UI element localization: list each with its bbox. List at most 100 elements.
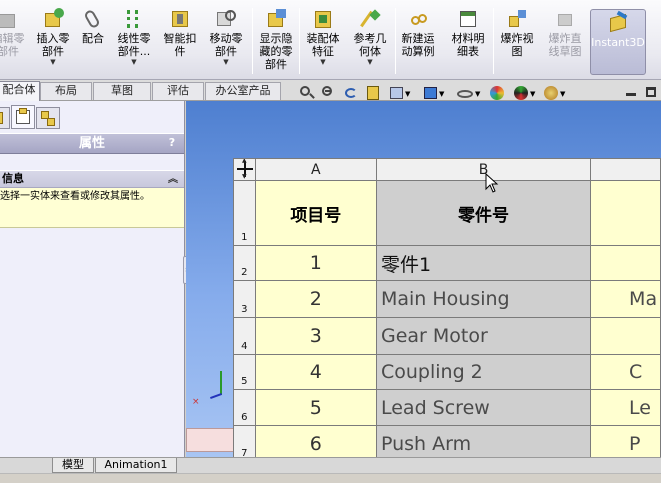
tab-animation1[interactable]: Animation1 <box>95 458 177 473</box>
show-hidden-components-icon <box>265 8 287 30</box>
configuration-manager-tab-icon[interactable] <box>36 107 60 129</box>
description-cell[interactable]: C <box>590 354 661 390</box>
tab-layout[interactable]: 布局 <box>40 82 92 100</box>
insert-component-icon <box>42 8 64 30</box>
row-header[interactable]: 4 <box>233 317 256 355</box>
exploded-view-button[interactable]: 爆炸视 图 <box>494 6 540 76</box>
collapse-chevron-icon[interactable]: ︽ <box>168 172 178 188</box>
edit-appearance-icon[interactable] <box>488 84 506 102</box>
description-cell[interactable] <box>590 317 661 355</box>
column-header-b[interactable]: B <box>375 158 592 181</box>
insert-component-dropdown-icon[interactable]: ▼ <box>30 58 76 66</box>
row-header[interactable]: 5 <box>233 354 256 390</box>
scroll-arrows[interactable] <box>2 460 48 472</box>
move-component-button[interactable]: 移动零 部件 ▼ <box>202 6 250 76</box>
item-number-cell[interactable]: 3 <box>254 317 377 355</box>
row-header[interactable]: 6 <box>233 389 256 426</box>
part-number-cell[interactable]: Gear Motor <box>375 317 592 355</box>
bill-of-materials-button[interactable]: 材料明 细表 <box>444 6 492 76</box>
table-row: 3 2 Main Housing Ma <box>233 280 661 318</box>
description-cell[interactable]: Ma <box>590 280 661 318</box>
smart-fasteners-button[interactable]: 智能扣 件 <box>158 6 202 76</box>
bill-of-materials-icon <box>457 8 479 30</box>
zoom-to-area-icon[interactable] <box>320 84 338 102</box>
column-header-a[interactable]: A <box>254 158 377 181</box>
header-cell-item-no[interactable]: 项目号 <box>254 180 377 246</box>
item-number-cell[interactable]: 1 <box>254 245 377 281</box>
motion-study-icon <box>407 8 429 30</box>
info-message-text: 选择一实体来查看或修改其属性。 <box>0 191 150 202</box>
column-header-c[interactable]: C <box>590 158 661 181</box>
help-icon[interactable]: ? <box>165 136 179 151</box>
table-move-handle[interactable]: ▲ ▼ <box>233 158 256 181</box>
minimize-window-icon[interactable] <box>625 86 637 98</box>
move-component-icon <box>215 8 237 30</box>
ribbon-separator <box>252 8 253 74</box>
item-number-cell[interactable]: 4 <box>254 354 377 390</box>
zoom-to-fit-icon[interactable] <box>298 84 316 102</box>
description-cell[interactable] <box>590 245 661 281</box>
part-number-cell[interactable]: Main Housing <box>375 280 592 318</box>
item-number-cell[interactable]: 2 <box>254 280 377 318</box>
insert-component-button[interactable]: 插入零 部件 ▼ <box>30 6 76 76</box>
restore-window-icon[interactable] <box>645 86 657 98</box>
floor-plane-shape <box>186 428 234 452</box>
table-row: 4 3 Gear Motor <box>233 317 661 355</box>
row-header[interactable]: 1 <box>233 180 256 246</box>
header-cell-part-number[interactable]: 零件号 <box>375 180 592 246</box>
feature-manager-tab-icon[interactable] <box>0 107 10 129</box>
reference-geometry-button[interactable]: 参考几 何体 ▼ <box>346 6 394 76</box>
item-number-cell[interactable]: 5 <box>254 389 377 426</box>
property-manager-tab-icon[interactable] <box>11 105 35 129</box>
reference-geometry-dropdown-icon[interactable]: ▼ <box>346 58 394 66</box>
tab-evaluate[interactable]: 评估 <box>152 82 204 100</box>
show-hidden-components-button[interactable]: 显示隐 藏的零 部件 <box>254 6 298 76</box>
row-header[interactable]: 2 <box>233 245 256 281</box>
table-row: 2 1 零件1 <box>233 245 661 281</box>
row-header[interactable]: 3 <box>233 280 256 318</box>
smart-fasteners-icon <box>169 8 191 30</box>
bottom-tabs-bar: 模型 Animation1 <box>0 457 661 473</box>
info-section-title: 信息 <box>2 172 24 185</box>
tab-office-products[interactable]: 办公室产品 <box>205 82 281 100</box>
part-number-cell[interactable]: 零件1 <box>375 245 592 281</box>
part-number-cell[interactable]: Coupling 2 <box>375 354 592 390</box>
linear-pattern-button[interactable]: 线性零 部件... ▼ <box>110 6 158 76</box>
assembly-features-icon <box>312 8 334 30</box>
reference-geometry-icon <box>359 8 381 30</box>
move-arrows-icon[interactable]: ▲ ▼ <box>236 160 254 180</box>
apply-scene-icon[interactable]: ▼ <box>512 84 535 102</box>
manager-tabs <box>0 103 185 129</box>
mate-button[interactable]: 配合 <box>76 6 110 76</box>
instant3d-icon <box>607 10 629 34</box>
move-component-dropdown-icon[interactable]: ▼ <box>202 58 250 66</box>
edit-component-icon <box>0 8 19 30</box>
part-number-cell[interactable]: Lead Screw <box>375 389 592 426</box>
property-manager-panel: 属性 ? 信息 ︽ 选择一实体来查看或修改其属性。 <box>0 101 185 457</box>
header-cell-c[interactable] <box>590 180 661 246</box>
status-bar <box>0 473 661 483</box>
tab-sketch[interactable]: 草图 <box>93 82 151 100</box>
section-view-icon[interactable] <box>364 84 382 102</box>
property-panel-title: 属性 <box>78 136 105 151</box>
new-motion-study-button[interactable]: 新建运 动算例 <box>396 6 440 76</box>
assembly-features-button[interactable]: 装配体 特征 ▼ <box>300 6 346 76</box>
command-manager-ribbon: 编辑零 部件 插入零 部件 ▼ 配合 线性零 部件... ▼ 智能扣 件 <box>0 0 661 80</box>
linear-pattern-icon <box>123 8 145 30</box>
instant3d-button[interactable]: Instant3D <box>590 9 646 75</box>
table-row: 5 4 Coupling 2 C <box>233 354 661 390</box>
view-orientation-icon[interactable]: ▼ <box>388 84 410 102</box>
tab-assembly[interactable]: 配合体 <box>0 81 40 101</box>
description-cell[interactable]: Le <box>590 389 661 426</box>
linear-pattern-dropdown-icon[interactable]: ▼ <box>110 58 158 66</box>
display-style-icon[interactable]: ▼ <box>422 84 444 102</box>
info-section-header[interactable]: 信息 ︽ <box>0 170 184 188</box>
tab-model[interactable]: 模型 <box>52 458 94 473</box>
previous-view-icon[interactable] <box>342 84 360 102</box>
mouse-pointer-icon <box>485 173 499 193</box>
hide-show-items-icon[interactable]: ▼ <box>456 84 480 102</box>
view-settings-icon[interactable]: ▼ <box>542 84 565 102</box>
assembly-features-dropdown-icon[interactable]: ▼ <box>300 58 346 66</box>
edit-component-button[interactable]: 编辑零 部件 <box>0 6 30 76</box>
explode-line-sketch-button[interactable]: 爆炸直 线草图 <box>540 6 590 76</box>
